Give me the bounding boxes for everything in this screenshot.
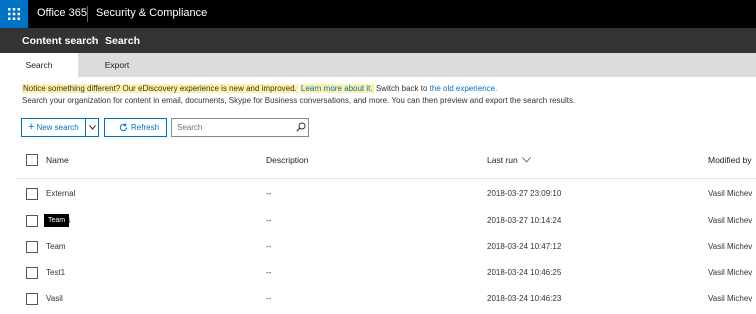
refresh-icon <box>119 123 128 132</box>
row-description: -- <box>266 268 272 277</box>
row-name[interactable]: External <box>46 189 75 198</box>
column-header-last-run[interactable]: Last run <box>487 155 518 165</box>
column-header-name[interactable]: Name <box>46 155 69 165</box>
new-search-label: New search <box>36 123 79 132</box>
breadcrumb-parent[interactable]: Content search <box>22 35 98 47</box>
row-modified-by: Vasil Michev <box>708 189 753 198</box>
learn-more-link[interactable]: Learn more about it. <box>300 84 374 93</box>
select-all-checkbox[interactable] <box>26 154 38 166</box>
chevron-down-icon <box>88 125 96 130</box>
row-checkbox[interactable] <box>26 241 38 253</box>
row-modified-by: Vasil Michev <box>708 268 753 277</box>
breadcrumb: Content search › Search <box>0 28 756 53</box>
page-description: Search your organization for content in … <box>22 96 576 105</box>
search-icon[interactable] <box>296 122 306 132</box>
old-experience-link[interactable]: the old experience. <box>430 84 498 93</box>
brand-link[interactable]: Office 365 <box>37 7 87 19</box>
row-name[interactable]: Team <box>46 242 66 251</box>
switch-back-text: Switch back to <box>375 84 428 93</box>
row-modified-by: Vasil Michev <box>708 216 753 225</box>
row-name[interactable]: Vasil <box>46 294 63 303</box>
row-modified-by: Vasil Michev <box>708 242 753 251</box>
row-checkbox[interactable] <box>26 267 38 279</box>
row-description: -- <box>266 189 272 198</box>
header-divider <box>16 178 756 179</box>
new-search-dropdown-button[interactable] <box>86 118 99 137</box>
row-last-run: 2018-03-24 10:46:23 <box>487 294 562 303</box>
row-last-run: 2018-03-24 10:47:12 <box>487 242 562 251</box>
new-search-button[interactable]: + New search <box>21 118 86 137</box>
tab-export[interactable]: Export <box>78 53 156 77</box>
row-name[interactable]: Test1 <box>46 268 65 277</box>
plus-icon: + <box>28 121 35 133</box>
refresh-button[interactable]: Refresh <box>104 118 167 137</box>
name-tooltip: Team <box>44 214 70 227</box>
column-header-description[interactable]: Description <box>266 155 309 165</box>
suite-divider <box>87 6 88 22</box>
suite-bar: Office 365 Security & Compliance <box>0 0 756 28</box>
row-last-run: 2018-03-24 10:46:25 <box>487 268 562 277</box>
tab-bar: Search Export <box>0 53 756 77</box>
row-description: -- <box>266 216 272 225</box>
breadcrumb-current: Search <box>105 35 141 47</box>
app-title[interactable]: Security & Compliance <box>96 7 207 19</box>
chevron-down-icon[interactable] <box>522 157 531 163</box>
row-description: -- <box>266 242 272 251</box>
app-launcher-icon <box>8 8 20 20</box>
search-input[interactable] <box>171 118 309 137</box>
row-last-run: 2018-03-27 10:14:24 <box>487 216 562 225</box>
row-checkbox[interactable] <box>26 215 38 227</box>
row-checkbox[interactable] <box>26 293 38 305</box>
notice-banner: Notice something different? Our eDiscove… <box>22 84 497 93</box>
notice-text: Notice something different? Our eDiscove… <box>22 84 298 93</box>
app-launcher-button[interactable] <box>0 0 28 28</box>
row-description: -- <box>266 294 272 303</box>
chevron-right-icon: › <box>91 34 95 46</box>
tab-search[interactable]: Search <box>0 53 78 77</box>
row-checkbox[interactable] <box>26 188 38 200</box>
refresh-label: Refresh <box>131 123 160 132</box>
row-modified-by: Vasil Michev <box>708 294 753 303</box>
row-last-run: 2018-03-27 23:09:10 <box>487 189 562 198</box>
column-header-modified-by[interactable]: Modified by <box>708 155 751 165</box>
